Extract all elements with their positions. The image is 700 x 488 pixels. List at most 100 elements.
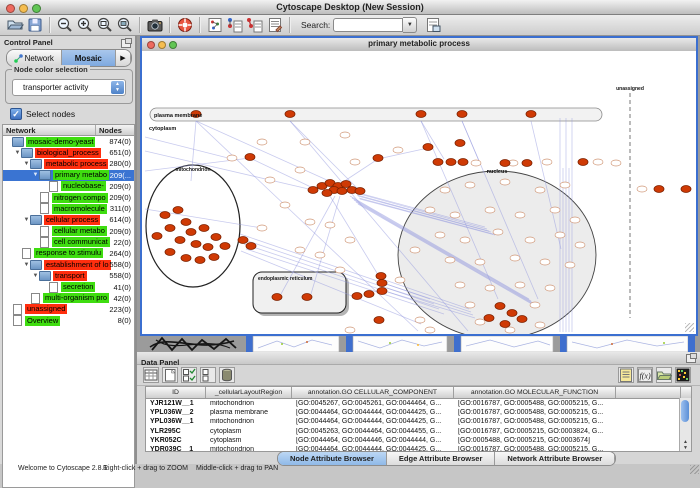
network-node-selected-color[interactable] xyxy=(423,144,433,151)
network-node-selected-color[interactable] xyxy=(181,255,191,262)
network-node-selected-color[interactable] xyxy=(377,280,387,287)
select-attributes-icon[interactable] xyxy=(181,367,197,383)
network-node[interactable] xyxy=(295,247,305,253)
load-attributes-icon[interactable] xyxy=(424,16,442,34)
network-node-selected-color[interactable] xyxy=(517,316,527,323)
network-node-selected-color[interactable] xyxy=(238,237,248,244)
tree-item-cell-communicat[interactable]: cell communicat22(0) xyxy=(3,237,134,248)
search-dropdown-icon[interactable]: ▼ xyxy=(403,17,417,33)
function-builder-icon[interactable]: f(x) xyxy=(637,367,653,383)
network-node[interactable] xyxy=(515,212,525,218)
network-node-selected-color[interactable] xyxy=(484,315,494,322)
attribute-editor-icon[interactable] xyxy=(618,367,634,383)
save-icon[interactable] xyxy=(26,16,44,34)
network-node-selected-color[interactable] xyxy=(352,293,362,300)
network-node[interactable] xyxy=(637,186,647,192)
network-node[interactable] xyxy=(265,177,275,183)
network-node[interactable] xyxy=(350,159,360,165)
network-node-selected-color[interactable] xyxy=(173,207,183,214)
network-node[interactable] xyxy=(340,132,350,138)
column-header[interactable]: annotation.GO CELLULAR_COMPONENT xyxy=(292,387,454,398)
create-attribute-icon[interactable] xyxy=(162,367,178,383)
network-node[interactable] xyxy=(505,327,515,333)
network-node-selected-color[interactable] xyxy=(374,317,384,324)
network-node[interactable] xyxy=(485,285,495,291)
network-window[interactable]: primary metabolic process plasma membran… xyxy=(140,36,698,336)
network-node-selected-color[interactable] xyxy=(160,212,170,219)
network-node-selected-color[interactable] xyxy=(308,187,318,194)
network-node[interactable] xyxy=(315,252,325,258)
column-header[interactable]: annotation.GO MOLECULAR_FUNCTION xyxy=(454,387,616,398)
tree-item-mosaic-demo-yeast[interactable]: mosaic-demo-yeast874(0) xyxy=(3,136,134,147)
network-node[interactable] xyxy=(295,167,305,173)
network-node[interactable] xyxy=(335,267,345,273)
network-node[interactable] xyxy=(450,212,460,218)
table-row[interactable]: YKR052Ccytoplasm[GO:0044464, GO:0044446,… xyxy=(146,436,691,445)
network-node[interactable] xyxy=(540,259,550,265)
import-edge-attributes-icon[interactable] xyxy=(246,16,264,34)
network-node-selected-color[interactable] xyxy=(195,257,205,264)
network-node-selected-color[interactable] xyxy=(152,233,162,240)
network-node-selected-color[interactable] xyxy=(373,155,383,162)
network-node-selected-color[interactable] xyxy=(681,186,691,193)
network-node[interactable] xyxy=(485,207,495,213)
network-node[interactable] xyxy=(565,262,575,268)
network-node[interactable] xyxy=(300,139,310,145)
network-node[interactable] xyxy=(280,202,290,208)
mitochondrion-region[interactable] xyxy=(146,165,240,287)
network-node[interactable] xyxy=(535,187,545,193)
attribute-matrix-icon[interactable] xyxy=(675,367,691,383)
window-resize-grip[interactable] xyxy=(685,323,694,332)
zoom-out-icon[interactable] xyxy=(56,16,74,34)
network-node-selected-color[interactable] xyxy=(165,225,175,232)
network-node[interactable] xyxy=(560,182,570,188)
network-node[interactable] xyxy=(410,247,420,253)
network-node[interactable] xyxy=(535,322,545,328)
open-icon[interactable] xyxy=(6,16,24,34)
node-color-combobox[interactable]: transporter activity ▲▼ xyxy=(12,79,126,96)
network-node-selected-color[interactable] xyxy=(364,291,374,298)
network-node-selected-color[interactable] xyxy=(507,310,517,317)
expand-arrow-icon[interactable]: ▼ xyxy=(14,150,21,156)
network-node[interactable] xyxy=(550,207,560,213)
network-node[interactable] xyxy=(345,237,355,243)
tree-item-cellular-metabo[interactable]: cellular metabo209(0) xyxy=(3,226,134,237)
network-node[interactable] xyxy=(570,217,580,223)
network-node[interactable] xyxy=(455,282,465,288)
table-scrollbar[interactable]: ▲▼ xyxy=(679,398,691,451)
table-row[interactable]: YPL036W__1mitochondrion[GO:0044464, GO:0… xyxy=(146,417,691,426)
network-node-selected-color[interactable] xyxy=(203,244,213,251)
network-node-selected-color[interactable] xyxy=(376,273,386,280)
network-node-selected-color[interactable] xyxy=(186,229,196,236)
network-node-selected-color[interactable] xyxy=(199,225,209,232)
float-data-panel-icon[interactable] xyxy=(686,354,696,363)
help-icon[interactable] xyxy=(176,16,194,34)
import-node-attributes-icon[interactable] xyxy=(226,16,244,34)
network-node-selected-color[interactable] xyxy=(337,188,347,195)
network-node[interactable] xyxy=(465,182,475,188)
app-resize-grip[interactable] xyxy=(690,465,699,474)
network-node[interactable] xyxy=(305,219,315,225)
network-node-selected-color[interactable] xyxy=(526,111,536,118)
network-node-selected-color[interactable] xyxy=(220,243,230,250)
attribute-table[interactable]: ID_cellularLayoutRegionannotation.GO CEL… xyxy=(145,386,692,452)
network-node-selected-color[interactable] xyxy=(500,160,510,167)
tab-mosaic[interactable]: Mosaic xyxy=(62,50,117,66)
network-node[interactable] xyxy=(493,229,503,235)
network-node[interactable] xyxy=(475,259,485,265)
network-node-selected-color[interactable] xyxy=(455,140,465,147)
network-node-selected-color[interactable] xyxy=(302,294,312,301)
annotation-icon[interactable] xyxy=(266,16,284,34)
tree-item-establishment-of-lo[interactable]: ▼establishment of lo558(0) xyxy=(3,259,134,270)
delete-attribute-icon[interactable] xyxy=(219,367,235,383)
network-node[interactable] xyxy=(415,317,425,323)
network-canvas[interactable]: plasma membranecytoplasmmitochondrionnuc… xyxy=(142,51,696,334)
network-node[interactable] xyxy=(440,187,450,193)
network-node[interactable] xyxy=(393,147,403,153)
network-node[interactable] xyxy=(257,139,267,145)
network-node-selected-color[interactable] xyxy=(495,303,505,310)
tree-item-response-to-stimulu[interactable]: response to stimulu264(0) xyxy=(3,248,134,259)
network-node-selected-color[interactable] xyxy=(433,159,443,166)
network-node-selected-color[interactable] xyxy=(341,181,351,188)
network-node-selected-color[interactable] xyxy=(272,294,282,301)
